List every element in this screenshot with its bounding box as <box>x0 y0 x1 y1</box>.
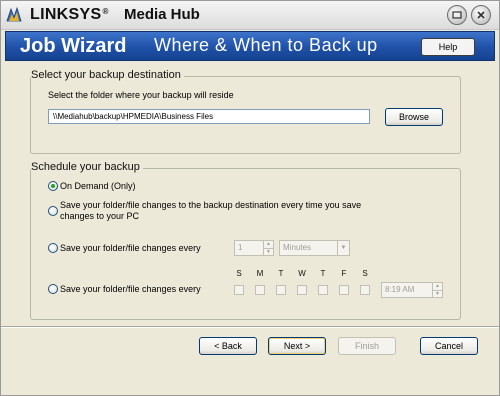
destination-legend: Select your backup destination <box>31 69 184 81</box>
day-label-sat: S <box>362 269 368 278</box>
day-label-wed: W <box>298 269 306 278</box>
browse-button[interactable]: Browse <box>385 108 443 126</box>
on-save-radio[interactable] <box>48 206 58 216</box>
wizard-title: Job Wizard <box>20 35 127 57</box>
backup-path-input[interactable]: \\Mediahub\backup\HPMEDIA\Business Files <box>48 109 370 124</box>
day-label-tue: T <box>278 269 284 278</box>
weekly-radio[interactable] <box>48 284 58 294</box>
day-checkbox-mon[interactable] <box>255 285 265 295</box>
day-checkbox-sat[interactable] <box>360 285 370 295</box>
minimize-button[interactable] <box>447 5 467 25</box>
time-up-icon[interactable]: ▲ <box>433 283 442 291</box>
destination-group: Select your backup destination Select th… <box>30 69 461 154</box>
wizard-subtitle: Where & When to Back up <box>154 35 378 55</box>
stepper-down-icon[interactable]: ▼ <box>264 249 273 256</box>
interval-unit-value: Minutes <box>283 243 312 252</box>
day-checkbox-wed[interactable] <box>297 285 307 295</box>
chevron-down-icon: ▼ <box>337 241 349 255</box>
footer-separator <box>0 326 500 328</box>
day-label-mon: M <box>256 269 264 278</box>
day-label-sun: S <box>236 269 242 278</box>
day-checkbox-tue[interactable] <box>276 285 286 295</box>
product-name: Media Hub <box>124 6 200 23</box>
cancel-button[interactable]: Cancel <box>420 337 478 355</box>
day-label-thu: T <box>320 269 326 278</box>
time-down-icon[interactable]: ▼ <box>433 291 442 298</box>
help-button[interactable]: Help <box>421 38 475 56</box>
destination-instruction: Select the folder where your backup will… <box>48 90 234 100</box>
on-demand-radio[interactable] <box>48 181 58 191</box>
brand-logo: LINKSYS® <box>30 6 109 23</box>
interval-unit-select[interactable]: Minutes ▼ <box>279 240 350 256</box>
interval-label: Save your folder/file changes every <box>60 243 201 253</box>
weekly-label: Save your folder/file changes every <box>60 284 201 294</box>
on-demand-label: On Demand (Only) <box>60 181 136 191</box>
finish-button: Finish <box>338 337 396 355</box>
back-button[interactable]: < Back <box>199 337 257 355</box>
day-checkbox-fri[interactable] <box>339 285 349 295</box>
next-button[interactable]: Next > <box>268 337 326 355</box>
schedule-group: Schedule your backup On Demand (Only) Sa… <box>30 161 461 320</box>
stepper-up-icon[interactable]: ▲ <box>264 241 273 249</box>
day-checkbox-sun[interactable] <box>234 285 244 295</box>
stepper-arrows[interactable]: ▲ ▼ <box>263 241 273 255</box>
schedule-legend: Schedule your backup <box>31 161 143 173</box>
day-label-fri: F <box>341 269 347 278</box>
wizard-banner: Job Wizard Where & When to Back up Help <box>5 31 495 61</box>
time-picker[interactable]: 8:19 AM ▲ ▼ <box>381 282 443 298</box>
interval-value: 1 <box>238 243 243 252</box>
close-button[interactable] <box>471 5 491 25</box>
close-icon <box>477 11 485 19</box>
day-checkbox-thu[interactable] <box>318 285 328 295</box>
minimize-icon <box>452 11 462 19</box>
title-bar: LINKSYS® Media Hub <box>0 0 500 30</box>
on-save-label: Save your folder/file changes to the bac… <box>60 200 362 221</box>
time-arrows[interactable]: ▲ ▼ <box>432 283 442 297</box>
linksys-app-icon <box>6 6 22 22</box>
time-value: 8:19 AM <box>385 285 415 294</box>
interval-stepper[interactable]: 1 ▲ ▼ <box>234 240 274 256</box>
interval-radio[interactable] <box>48 243 58 253</box>
